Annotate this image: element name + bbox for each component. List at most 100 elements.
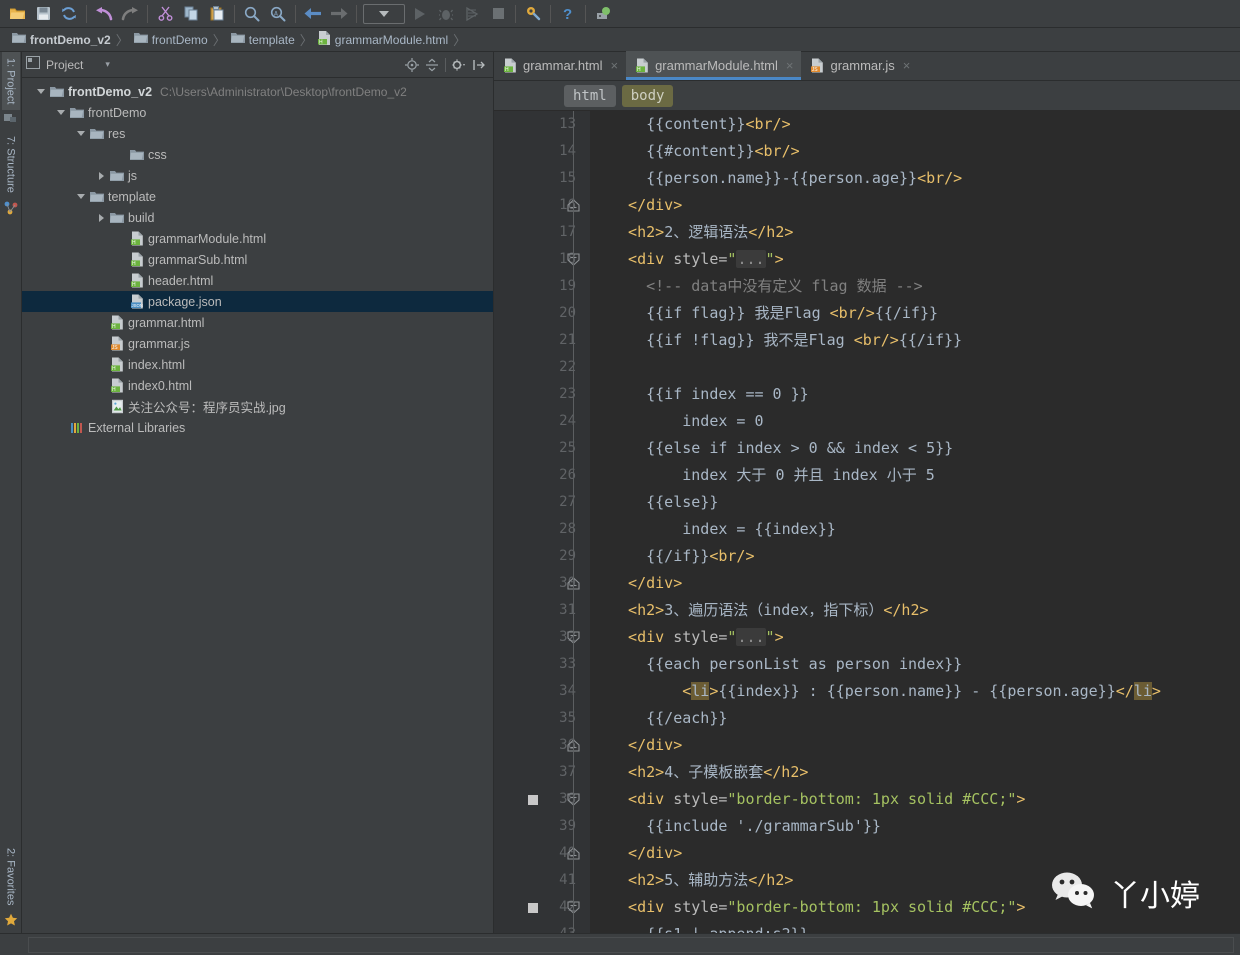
open-folder-icon[interactable] (4, 2, 30, 26)
gutter-row[interactable] (494, 219, 590, 246)
collapse-all-icon[interactable] (422, 55, 442, 75)
sync-refresh-icon[interactable] (56, 2, 82, 26)
gutter-row[interactable] (494, 516, 590, 543)
coverage-icon[interactable] (459, 2, 485, 26)
gutter-row[interactable] (494, 732, 590, 759)
code-line[interactable]: </div> (610, 570, 1240, 597)
chevron-down-icon[interactable] (34, 89, 48, 94)
save-all-icon[interactable] (30, 2, 56, 26)
code-line[interactable]: {{s1 | append:s2}} (610, 921, 1240, 933)
gutter-row[interactable] (494, 435, 590, 462)
copy-icon[interactable] (178, 2, 204, 26)
breadcrumb-item-2[interactable]: template (227, 28, 299, 51)
code-line[interactable]: <div style="..."> (610, 624, 1240, 651)
redo-icon[interactable] (117, 2, 143, 26)
breadcrumb-item-3[interactable]: H grammarModule.html (314, 28, 452, 51)
code-line[interactable]: <div style="border-bottom: 1px solid #CC… (610, 894, 1240, 921)
code-line[interactable]: <h2>5、辅助方法</h2> (610, 867, 1240, 894)
back-icon[interactable] (300, 2, 326, 26)
code-line[interactable] (610, 354, 1240, 381)
tree-row[interactable]: Hheader.html (22, 270, 493, 291)
editor-gutter[interactable]: 13 14 15 16 17 18 19 20 21 22 23 24 25 26 27 28 29 30 31 32… (494, 111, 590, 933)
chevron-right-icon[interactable] (94, 171, 108, 180)
gutter-row[interactable] (494, 354, 590, 381)
undo-icon[interactable] (91, 2, 117, 26)
gutter-row[interactable] (494, 597, 590, 624)
tree-row[interactable]: frontDemo (22, 102, 493, 123)
help-icon[interactable]: ? (555, 2, 581, 26)
code-line[interactable]: </div> (610, 840, 1240, 867)
code-line[interactable]: {{each personList as person index}} (610, 651, 1240, 678)
tree-row[interactable]: 关注公众号：程序员实战.jpg (22, 396, 493, 417)
tree-row[interactable]: css (22, 144, 493, 165)
code-line[interactable]: {{if !flag}} 我不是Flag <br/>{{/if}} (610, 327, 1240, 354)
gutter-row[interactable] (494, 138, 590, 165)
close-icon[interactable]: × (903, 59, 911, 72)
debug-icon[interactable] (433, 2, 459, 26)
chevron-down-icon[interactable] (74, 131, 88, 136)
locate-file-icon[interactable] (402, 55, 422, 75)
cut-icon[interactable] (152, 2, 178, 26)
code-line[interactable]: {{include './grammarSub'}} (610, 813, 1240, 840)
tree-row[interactable]: Hgrammar.html (22, 312, 493, 333)
rail-tab-project[interactable]: 1: Project (1, 52, 20, 111)
code-line[interactable]: <div style="border-bottom: 1px solid #CC… (610, 786, 1240, 813)
code-line[interactable]: {{/if}}<br/> (610, 543, 1240, 570)
code-line[interactable]: <!-- data中没有定义 flag 数据 --> (610, 273, 1240, 300)
gutter-row[interactable] (494, 867, 590, 894)
chevron-down-icon[interactable] (74, 194, 88, 199)
plugin-icon[interactable] (590, 2, 616, 26)
structure-crumb-html[interactable]: html (564, 84, 616, 107)
tree-row[interactable]: HgrammarModule.html (22, 228, 493, 249)
code-line[interactable]: <h2>4、子模板嵌套</h2> (610, 759, 1240, 786)
breakpoint-marker-icon[interactable] (528, 903, 538, 913)
code-line[interactable]: {{if index == 0 }} (610, 381, 1240, 408)
stop-icon[interactable] (485, 2, 511, 26)
gutter-row[interactable] (494, 300, 590, 327)
panel-settings-icon[interactable] (449, 55, 469, 75)
rail-tab-structure[interactable]: 7: Structure (2, 130, 20, 199)
code-line[interactable]: {{#content}}<br/> (610, 138, 1240, 165)
gutter-row[interactable] (494, 165, 590, 192)
chevron-down-icon[interactable] (54, 110, 68, 115)
code-line[interactable]: <div style="..."> (610, 246, 1240, 273)
gutter-row[interactable] (494, 462, 590, 489)
run-icon[interactable] (407, 2, 433, 26)
close-icon[interactable]: × (786, 59, 794, 72)
code-line[interactable]: <li>{{index}} : {{person.name}} - {{pers… (610, 678, 1240, 705)
gutter-row[interactable] (494, 489, 590, 516)
project-tree[interactable]: frontDemo_v2 C:\Users\Administrator\Deskt… (22, 78, 493, 933)
tree-row[interactable]: js (22, 165, 493, 186)
gutter-row[interactable] (494, 111, 590, 138)
code-line[interactable]: <h2>2、逻辑语法</h2> (610, 219, 1240, 246)
gutter-row[interactable] (494, 192, 590, 219)
gutter-row[interactable] (494, 543, 590, 570)
code-line[interactable]: {{else if index > 0 && index < 5}} (610, 435, 1240, 462)
gutter-row[interactable] (494, 273, 590, 300)
paste-icon[interactable] (204, 2, 230, 26)
code-line[interactable]: {{else}} (610, 489, 1240, 516)
gutter-row[interactable] (494, 246, 590, 273)
code-line[interactable]: {{if flag}} 我是Flag <br/>{{/if}} (610, 300, 1240, 327)
close-icon[interactable]: × (610, 59, 618, 72)
gutter-row[interactable] (494, 813, 590, 840)
code-line[interactable]: index 大于 0 并且 index 小于 5 (610, 462, 1240, 489)
code-line[interactable]: index = {{index}} (610, 516, 1240, 543)
gutter-row[interactable] (494, 678, 590, 705)
run-configurations-dropdown[interactable] (363, 3, 405, 24)
gutter-row[interactable] (494, 921, 590, 933)
replace-icon[interactable]: A (265, 2, 291, 26)
code-line[interactable]: <h2>3、遍历语法（index，指下标）</h2> (610, 597, 1240, 624)
editor-tab[interactable]: Hgrammar.html × (494, 51, 626, 80)
chevron-right-icon[interactable] (94, 213, 108, 222)
rail-tab-favorites[interactable]: 2: Favorites (2, 842, 20, 911)
tree-row[interactable]: JS grammar.js (22, 333, 493, 354)
editor-tab[interactable]: HgrammarModule.html × (626, 51, 802, 80)
gutter-row[interactable] (494, 624, 590, 651)
breadcrumb-item-1[interactable]: frontDemo (130, 28, 212, 51)
structure-crumb-body[interactable]: body (621, 84, 674, 107)
gutter-row[interactable] (494, 759, 590, 786)
tree-row[interactable]: frontDemo_v2 C:\Users\Administrator\Deskt… (22, 81, 493, 102)
tree-row[interactable]: Hindex0.html (22, 375, 493, 396)
code-line[interactable]: </div> (610, 192, 1240, 219)
